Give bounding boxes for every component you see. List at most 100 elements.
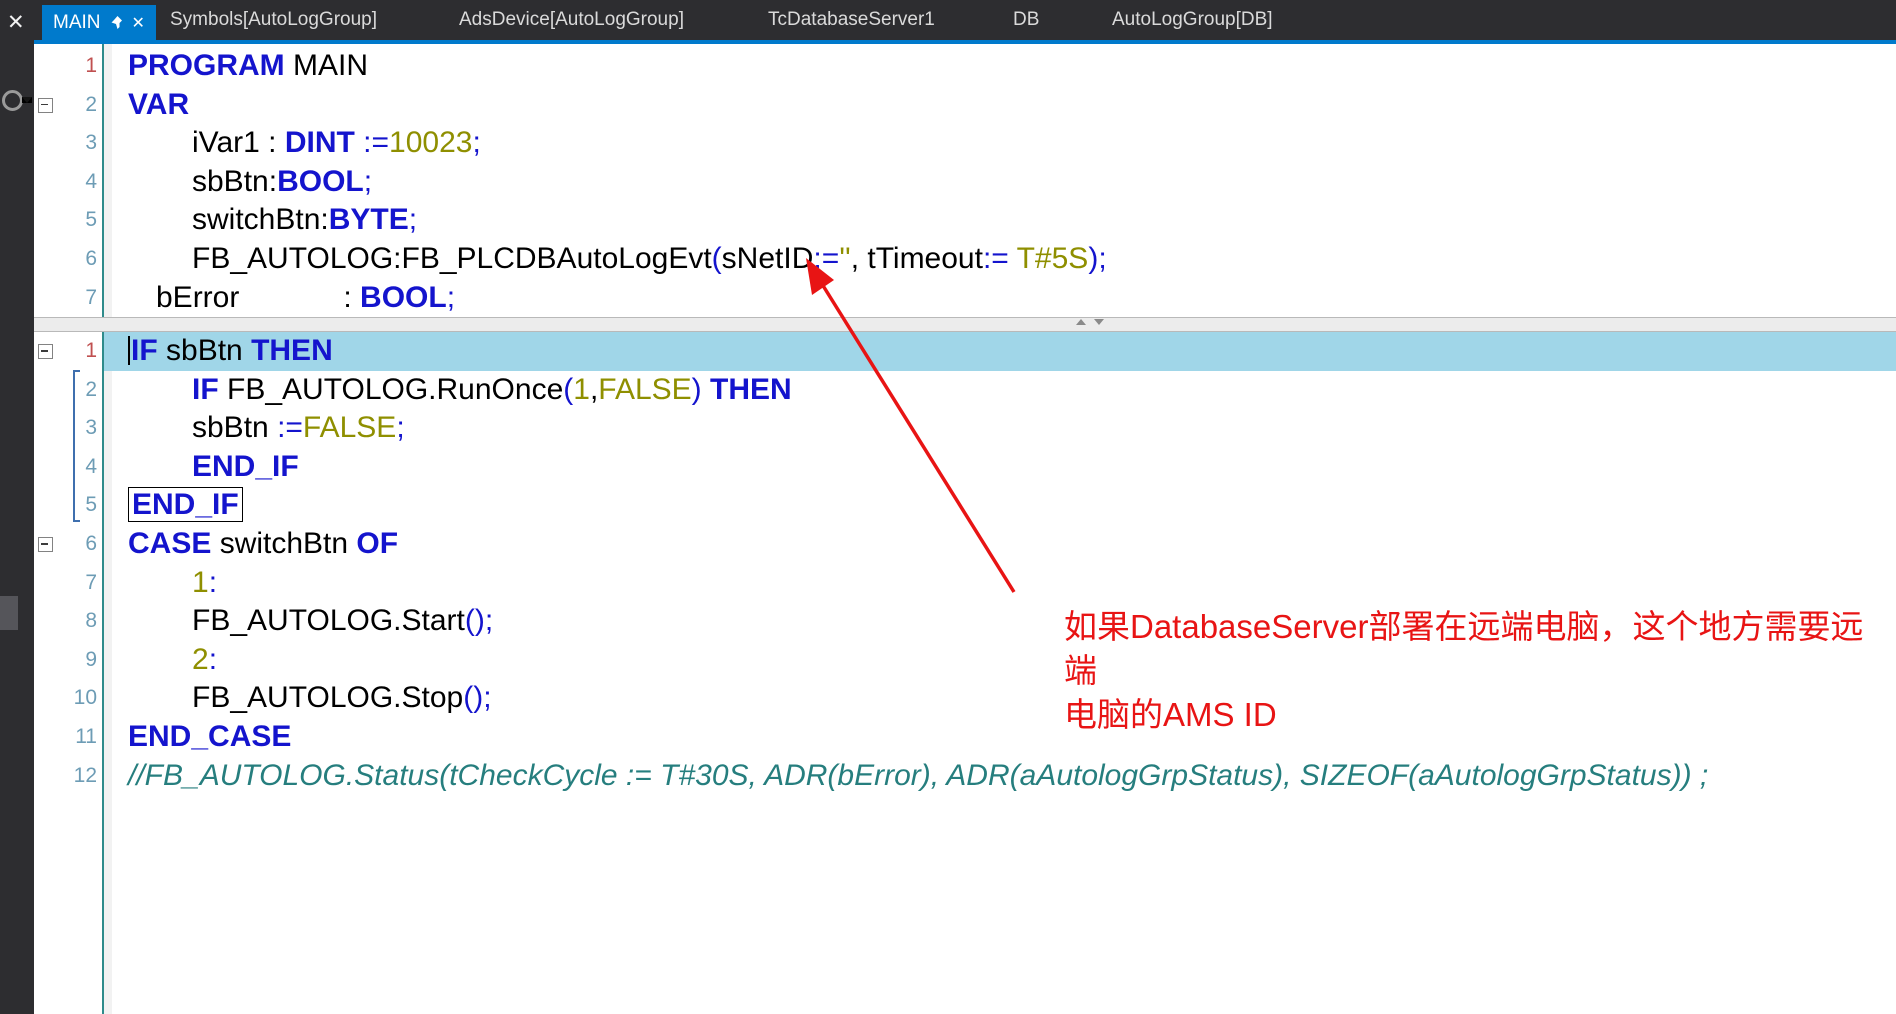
line-number: 2 — [34, 371, 97, 410]
tab-symbols-autologgroup[interactable]: Symbols[AutoLogGroup] — [170, 0, 377, 40]
close-icon[interactable]: ✕ — [7, 10, 25, 35]
token-kw: PROGRAM — [128, 49, 285, 82]
tab-adsdevice-autologgroup[interactable]: AdsDevice[AutoLogGroup] — [459, 0, 684, 40]
token-op: ( — [563, 373, 573, 406]
code-text: END_IF — [192, 448, 299, 487]
line-number: 5 — [34, 201, 97, 240]
token-txt: FB_AUTOLOG.Start — [192, 604, 465, 637]
code-line: 6FB_AUTOLOG:FB_PLCDBAutoLogEvt(sNetID:='… — [34, 240, 1896, 279]
tab-db[interactable]: DB — [1013, 0, 1039, 40]
token-kw: END_CASE — [128, 720, 291, 753]
code-line: 2IF FB_AUTOLOG.RunOnce(1,FALSE) THEN — [34, 371, 1896, 410]
code-text: bError: BOOL; — [156, 279, 455, 317]
token-txt: FB_AUTOLOG.RunOnce — [219, 373, 564, 406]
current-line-highlight — [104, 332, 1896, 371]
pane-splitter[interactable] — [34, 317, 1896, 332]
token-lit: 1 — [573, 373, 590, 406]
code-text: 2: — [192, 641, 217, 680]
code-text: VAR — [128, 86, 189, 125]
token-op: (); — [463, 681, 491, 714]
tab-close-icon[interactable]: ✕ — [132, 13, 145, 33]
pin-icon[interactable] — [110, 15, 123, 30]
token-txt: : — [343, 281, 360, 314]
token-lit: '' — [839, 242, 850, 275]
token-txt: sbBtn — [192, 411, 277, 444]
code-line: 1 PROGRAM MAIN — [34, 47, 1896, 86]
line-number: 8 — [34, 602, 97, 641]
token-kw: OF — [356, 527, 398, 560]
token-op: ( — [712, 242, 722, 275]
code-line: 3sbBtn :=FALSE; — [34, 409, 1896, 448]
annotation-line-2: 电脑的AMS ID — [1064, 693, 1894, 737]
chevron-up-icon — [1076, 319, 1086, 325]
token-kw: BOOL — [360, 281, 447, 314]
token-txt — [355, 126, 363, 159]
code-text: CASE switchBtn OF — [128, 525, 398, 564]
token-kw: THEN — [710, 373, 792, 406]
token-op: ; — [472, 126, 480, 159]
code-text: PROGRAM MAIN — [128, 47, 368, 86]
code-line: 7 1: — [34, 564, 1896, 603]
code-text: FB_AUTOLOG.Start(); — [192, 602, 493, 641]
token-txt — [702, 373, 710, 406]
declaration-editor-pane[interactable]: 1PROGRAM MAIN2VAR3iVar1 : DINT :=10023;4… — [34, 44, 1896, 317]
token-lit: 1 — [192, 566, 209, 599]
code-text: switchBtn:BYTE; — [192, 201, 417, 240]
line-number: 5 — [34, 486, 97, 525]
code-text: FB_AUTOLOG.Stop(); — [192, 679, 492, 718]
code-line: 1IF sbBtn THEN — [34, 332, 1896, 371]
document-tab-bar: MAIN ✕ Symbols[AutoLogGroup] AdsDevice[A… — [34, 0, 1896, 40]
code-line: 5 END_IF — [34, 486, 1896, 525]
token-kw: END_IF — [192, 450, 299, 483]
left-tool-strip: ✕ — [0, 0, 34, 1014]
token-lit: 10023 — [389, 126, 472, 159]
twincat-editor-window: MAIN ✕ Symbols[AutoLogGroup] AdsDevice[A… — [0, 0, 1896, 1014]
line-number: 3 — [34, 409, 97, 448]
tab-main[interactable]: MAIN ✕ — [42, 5, 156, 40]
code-text: iVar1 : DINT :=10023; — [192, 124, 481, 163]
token-kw: IF — [131, 334, 158, 367]
code-line: 4 END_IF — [34, 448, 1896, 487]
tab-autologgroup-db[interactable]: AutoLogGroup[DB] — [1112, 0, 1273, 40]
token-op: : — [209, 643, 217, 676]
splitter-grip-icon[interactable] — [1076, 319, 1104, 325]
line-number: 7 — [34, 564, 97, 603]
token-op: ); — [1088, 242, 1106, 275]
dropdown-icon[interactable] — [1, 88, 31, 114]
tab-main-label: MAIN — [53, 12, 101, 34]
bracket-match-box: END_IF — [128, 487, 243, 522]
token-op: := — [277, 411, 303, 444]
token-txt: sbBtn — [158, 334, 251, 367]
line-number: 6 — [34, 240, 97, 279]
token-lit: FALSE — [598, 373, 691, 406]
token-txt: , tTimeout — [851, 242, 983, 275]
scrollbar-thumb[interactable] — [0, 596, 18, 630]
code-line: 7bError: BOOL; — [34, 279, 1896, 317]
tab-tcdatabaseserver1[interactable]: TcDatabaseServer1 — [768, 0, 935, 40]
line-number: 1 — [34, 47, 97, 86]
text-caret — [128, 336, 130, 365]
token-txt: bError — [156, 281, 239, 314]
token-kw: IF — [192, 373, 219, 406]
line-number: 2 — [34, 86, 97, 125]
token-op: ; — [396, 411, 404, 444]
token-txt: FB_AUTOLOG:FB_PLCDBAutoLogEvt — [192, 242, 712, 275]
code-text: END_CASE — [128, 718, 291, 757]
token-op: ) — [692, 373, 702, 406]
code-line: 12//FB_AUTOLOG.Status(tCheckCycle := T#3… — [34, 757, 1896, 796]
token-lit: 2 — [192, 643, 209, 676]
code-line: 4sbBtn:BOOL; — [34, 163, 1896, 202]
line-number: 4 — [34, 448, 97, 487]
token-kw: DINT — [285, 126, 355, 159]
line-number: 9 — [34, 641, 97, 680]
token-txt: iVar1 : — [192, 126, 285, 159]
token-kw: BYTE — [329, 203, 409, 236]
token-txt: FB_AUTOLOG.Stop — [192, 681, 463, 714]
chevron-down-icon — [22, 97, 32, 103]
token-op: : — [209, 566, 217, 599]
line-number: 3 — [34, 124, 97, 163]
code-line: 5 switchBtn:BYTE; — [34, 201, 1896, 240]
token-op: ; — [447, 281, 455, 314]
code-line: 6CASE switchBtn OF — [34, 525, 1896, 564]
token-op: := — [813, 242, 839, 275]
